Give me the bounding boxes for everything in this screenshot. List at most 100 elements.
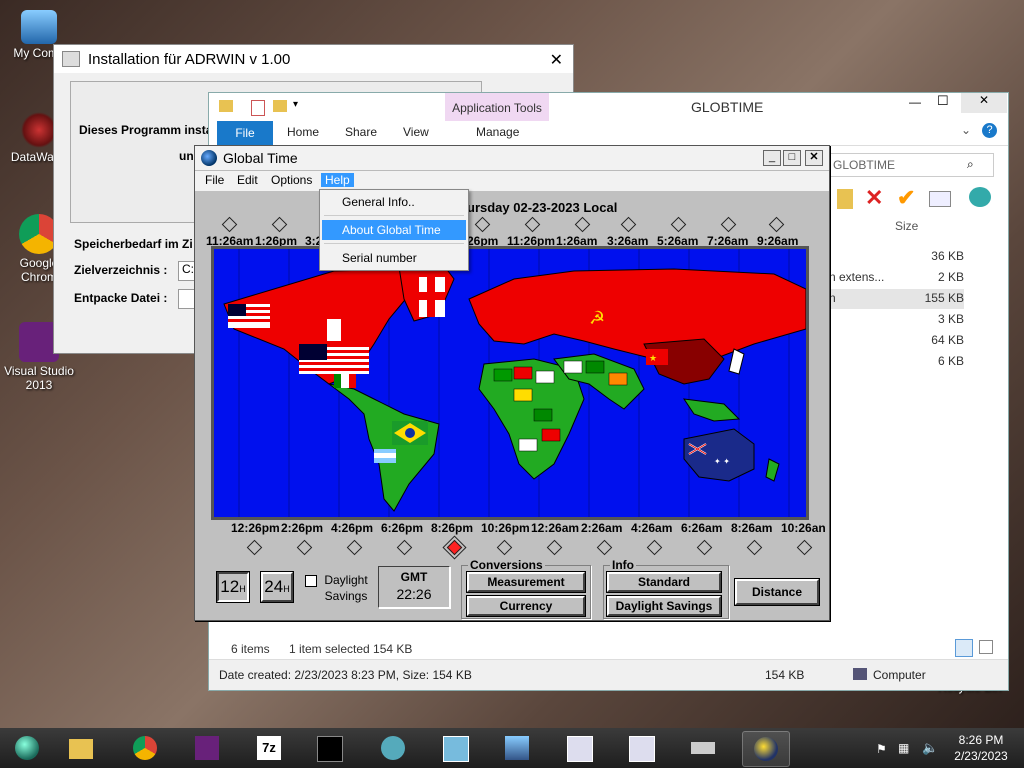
taskbar-file-explorer[interactable] — [58, 731, 104, 765]
zone-marker[interactable] — [746, 539, 763, 556]
zone-marker[interactable] — [221, 216, 238, 233]
global-time-titlebar: Global Time _ □ ✕ — [195, 146, 829, 171]
measurement-button[interactable]: Measurement — [467, 572, 585, 592]
minimize-icon[interactable]: — — [909, 95, 921, 109]
taskbar-drive-app[interactable] — [680, 731, 726, 765]
tab-share[interactable]: Share — [345, 125, 377, 139]
taskbar-window-app[interactable] — [556, 731, 602, 765]
zone-marker[interactable] — [396, 539, 413, 556]
volume-icon[interactable]: 🔈 — [922, 740, 938, 756]
maximize-icon[interactable]: ☐ — [937, 93, 949, 109]
network-icon[interactable]: ▦ — [898, 741, 909, 755]
standard-button[interactable]: Standard — [607, 572, 721, 592]
tab-file[interactable]: File — [217, 121, 273, 145]
file-row[interactable]: n extens... 2 KB — [829, 270, 964, 290]
file-row[interactable]: 3 KB — [829, 312, 964, 332]
header-date: ursday 02-23-2023 Local — [467, 200, 618, 215]
menu-help[interactable]: Help — [321, 173, 354, 187]
zone-marker-selected[interactable] — [446, 539, 463, 556]
zone-marker[interactable] — [296, 539, 313, 556]
zone-time: 8:26pm — [431, 521, 474, 535]
new-folder-icon[interactable] — [273, 100, 287, 112]
menu-item-about-global-time[interactable]: About Global Time — [322, 220, 466, 240]
24-hour-label: 24 — [264, 577, 284, 596]
file-name: n — [829, 291, 836, 305]
taskbar-shell-app[interactable] — [370, 731, 416, 765]
24-hour-button[interactable]: 24H — [261, 572, 293, 602]
checkmark-icon[interactable]: ✔ — [897, 185, 915, 211]
daylight-savings-button[interactable]: Daylight Savings — [607, 596, 721, 616]
taskbar-global-time[interactable] — [742, 731, 790, 767]
zone-marker[interactable] — [496, 539, 513, 556]
taskbar-window-app-2[interactable] — [618, 731, 664, 765]
clock-date: 2/23/2023 — [954, 749, 1008, 763]
details-view-icon[interactable] — [955, 639, 973, 657]
zone-marker[interactable] — [474, 216, 491, 233]
column-size-header[interactable]: Size — [895, 219, 918, 233]
world-map[interactable]: ☭ ★ ✦ ✦ — [211, 246, 809, 520]
taskbar-vcdice[interactable] — [432, 731, 478, 765]
zone-marker[interactable] — [546, 539, 563, 556]
help-icon[interactable]: ? — [982, 123, 997, 138]
menu-item-serial-number[interactable]: Serial number — [322, 248, 466, 268]
minimize-icon[interactable]: _ — [763, 150, 781, 166]
file-row[interactable]: 36 KB — [829, 249, 964, 269]
tab-home[interactable]: Home — [287, 125, 319, 139]
status-item-count: 6 items — [231, 642, 270, 656]
maximize-icon[interactable]: □ — [783, 150, 801, 166]
menu-item-general-info[interactable]: General Info.. — [322, 192, 466, 212]
currency-button[interactable]: Currency — [467, 596, 585, 616]
ribbon-expand-icon[interactable]: ⌄ — [961, 123, 971, 137]
taskbar-chrome[interactable] — [122, 731, 168, 765]
zone-marker[interactable] — [596, 539, 613, 556]
menu-file[interactable]: File — [201, 173, 228, 187]
zone-marker[interactable] — [696, 539, 713, 556]
application-tools-tab[interactable]: Application Tools — [445, 93, 549, 121]
close-icon[interactable]: ✕ — [805, 150, 823, 166]
file-row[interactable]: 6 KB — [829, 354, 964, 374]
zone-time: 2:26pm — [281, 521, 324, 535]
zone-marker[interactable] — [246, 539, 263, 556]
24-hour-sub: H — [283, 584, 290, 594]
large-icons-view-icon[interactable] — [979, 640, 993, 654]
start-orb-icon — [15, 736, 39, 760]
folder-icon — [69, 739, 93, 759]
taskbar-image-viewer[interactable] — [494, 731, 540, 765]
zone-marker[interactable] — [670, 216, 687, 233]
taskbar-command-prompt[interactable] — [306, 731, 352, 765]
shell-icon[interactable] — [969, 187, 991, 207]
close-icon[interactable]: ✕ — [961, 93, 1007, 113]
zone-marker[interactable] — [646, 539, 663, 556]
12-hour-label: 12 — [220, 577, 240, 596]
daylight-checkbox[interactable] — [305, 575, 317, 587]
paste-icon[interactable] — [837, 189, 853, 209]
tab-view[interactable]: View — [403, 125, 429, 139]
zone-marker[interactable] — [796, 539, 813, 556]
menu-options[interactable]: Options — [267, 173, 316, 187]
zone-marker[interactable] — [768, 216, 785, 233]
svg-text:★: ★ — [649, 354, 657, 364]
properties-icon[interactable] — [251, 100, 265, 116]
zone-marker[interactable] — [620, 216, 637, 233]
delete-icon[interactable]: ✕ — [865, 185, 883, 211]
12-hour-button[interactable]: 12H — [217, 572, 249, 602]
clock[interactable]: 8:26 PM 2/23/2023 — [946, 732, 1016, 764]
file-row[interactable]: 64 KB — [829, 333, 964, 353]
file-row-selected[interactable]: n 155 KB — [829, 289, 964, 309]
rename-icon[interactable] — [929, 191, 951, 207]
distance-button[interactable]: Distance — [735, 579, 819, 605]
zone-marker[interactable] — [346, 539, 363, 556]
menu-edit[interactable]: Edit — [233, 173, 262, 187]
close-icon[interactable]: ✕ — [550, 50, 563, 70]
zone-marker[interactable] — [271, 216, 288, 233]
file-size: 3 KB — [937, 312, 964, 326]
taskbar-visual-studio[interactable] — [184, 731, 230, 765]
tab-manage[interactable]: Manage — [476, 125, 519, 139]
taskbar-7zip[interactable]: 7z — [246, 731, 292, 765]
quick-access-dropdown-icon[interactable]: ▾ — [293, 99, 298, 110]
zone-marker[interactable] — [574, 216, 591, 233]
action-center-icon[interactable]: ⚑ — [876, 742, 887, 756]
zone-marker[interactable] — [720, 216, 737, 233]
start-button[interactable] — [4, 731, 50, 765]
zone-marker[interactable] — [524, 216, 541, 233]
